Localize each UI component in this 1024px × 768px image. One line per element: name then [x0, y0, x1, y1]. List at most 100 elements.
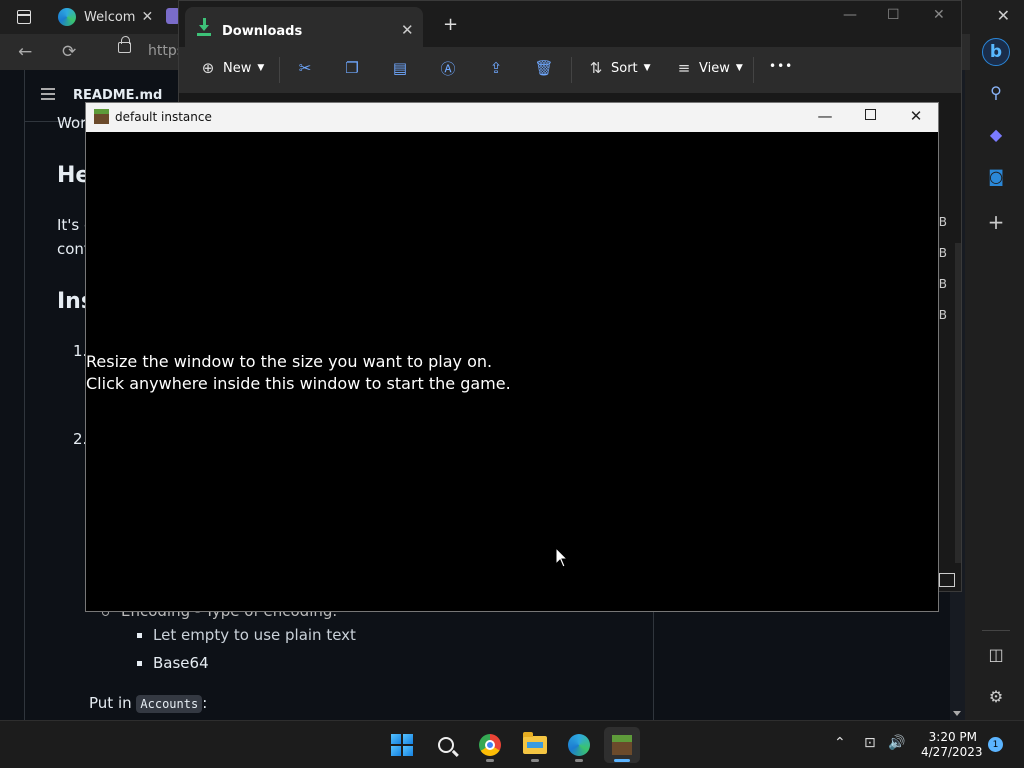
grass-block-icon	[94, 109, 109, 124]
sidebar-divider	[982, 630, 1010, 631]
network-icon[interactable]: ⊡	[864, 735, 876, 751]
bullet-square	[137, 661, 142, 666]
back-arrow-icon[interactable]: ←	[18, 42, 32, 62]
chevron-down-icon: ▼	[257, 63, 265, 73]
list-item: Base64	[153, 654, 209, 672]
outline-list-icon[interactable]	[41, 88, 55, 100]
desktop: Welcom ✕ ✕ ← ⟳ https: README.md Wor He I…	[0, 0, 1024, 768]
copilot-icon[interactable]: ◆	[984, 122, 1008, 146]
file-size-fragment: B	[938, 215, 947, 229]
chevron-down-icon: ▼	[735, 63, 743, 73]
grass-block-icon	[612, 735, 632, 755]
folder-icon	[523, 732, 547, 754]
volume-icon[interactable]: 🔊	[888, 735, 905, 751]
search-icon[interactable]: ⚲	[984, 80, 1008, 104]
page-left-gutter	[0, 70, 25, 720]
view-button[interactable]: ≡ View ▼	[675, 59, 743, 77]
mouse-cursor-icon	[555, 547, 569, 568]
clipboard-icon: ▤	[392, 59, 408, 77]
bing-icon[interactable]: b	[982, 38, 1010, 66]
close-tab-icon[interactable]: ✕	[141, 9, 153, 25]
paste-button[interactable]: ▤	[391, 59, 409, 77]
explorer-toolbar: ⊕ New ▼ ✂ ❐ ▤ Ⓐ ⇪ 🗑 ⇅ Sort ▼ ≡ View ▼ ••…	[179, 47, 961, 93]
plus-circle-icon: ⊕	[201, 59, 215, 77]
maximize-icon[interactable]: ☐	[887, 7, 900, 23]
chrome-icon	[479, 734, 501, 756]
file-explorer-app[interactable]	[517, 727, 553, 763]
game-window: default instance — ✕ Resize the window t…	[85, 102, 939, 612]
share-button[interactable]: ⇪	[487, 59, 505, 77]
file-name: README.md	[73, 88, 163, 103]
settings-gear-icon[interactable]: ⚙	[984, 684, 1008, 708]
refresh-icon[interactable]: ⟳	[62, 42, 76, 62]
browser-tab[interactable]: Welcom ✕	[48, 4, 156, 30]
explorer-scrollbar[interactable]	[955, 243, 961, 563]
new-label: New	[223, 60, 252, 76]
start-button[interactable]	[384, 727, 420, 763]
list-item: Let empty to use plain text	[153, 626, 356, 644]
trash-icon: 🗑	[534, 59, 554, 77]
notification-badge[interactable]: 1	[988, 737, 1003, 752]
add-icon[interactable]: +	[984, 210, 1008, 234]
game-canvas[interactable]: Resize the window to the size you want t…	[86, 132, 938, 611]
running-indicator	[575, 759, 583, 762]
game-window-title: default instance	[115, 110, 212, 124]
cut-button[interactable]: ✂	[296, 59, 314, 77]
close-icon[interactable]: ✕	[906, 107, 926, 125]
new-button[interactable]: ⊕ New ▼	[199, 59, 265, 77]
start-instruction: Click anywhere inside this window to sta…	[86, 374, 511, 393]
taskbar: ⌃ ⊡ 🔊 3:20 PM 4/27/2023 1	[0, 720, 1024, 768]
text-fragment: Wor	[57, 114, 87, 132]
scissors-icon: ✂	[298, 59, 312, 77]
toolbar-divider	[279, 57, 280, 83]
copy-icon: ❐	[345, 59, 359, 77]
sort-arrows-icon: ⇅	[589, 59, 603, 77]
lock-icon	[118, 36, 131, 53]
running-indicator	[531, 759, 539, 762]
edge-favicon-icon	[58, 8, 76, 26]
toolbar-divider	[571, 57, 572, 83]
show-hidden-icons-chevron-icon[interactable]: ⌃	[834, 735, 846, 751]
edge-app[interactable]	[561, 727, 597, 763]
bullet-square	[137, 633, 142, 638]
toolbar-divider	[753, 57, 754, 83]
put-in-line: Put in Accounts:	[89, 694, 208, 713]
clock-time: 3:20 PM	[928, 730, 977, 744]
browser-tab-title: Welcom	[84, 9, 136, 25]
rename-icon: Ⓐ	[440, 59, 456, 78]
view-lines-icon: ≡	[677, 59, 691, 77]
windows-logo-icon	[391, 734, 413, 756]
maximize-icon[interactable]	[865, 109, 876, 120]
file-size-fragment: B	[938, 277, 947, 291]
sidebar-toggle-icon[interactable]: ◫	[984, 642, 1008, 666]
browser-close-icon[interactable]: ✕	[997, 6, 1010, 25]
delete-button[interactable]: 🗑	[534, 59, 554, 77]
minimize-icon[interactable]: —	[815, 107, 835, 125]
search-icon	[438, 737, 454, 753]
close-icon[interactable]: ✕	[933, 7, 945, 23]
more-options-button[interactable]: •••	[769, 59, 793, 73]
rename-button[interactable]: Ⓐ	[439, 59, 457, 78]
new-tab-icon[interactable]: +	[443, 14, 458, 35]
search-button[interactable]	[428, 727, 464, 763]
download-icon	[197, 18, 211, 36]
close-tab-icon[interactable]: ✕	[401, 21, 414, 39]
outlook-icon[interactable]: ◙	[984, 164, 1008, 188]
file-size-fragment: B	[938, 308, 947, 322]
share-icon: ⇪	[489, 59, 503, 77]
system-clock[interactable]: 3:20 PM 4/27/2023	[921, 730, 983, 760]
minecraft-launcher-app[interactable]	[604, 727, 640, 763]
running-indicator	[486, 759, 494, 762]
chrome-app[interactable]	[472, 727, 508, 763]
file-size-fragment: B	[938, 246, 947, 260]
put-in-label: Put in	[89, 694, 132, 712]
minimize-icon[interactable]: —	[843, 7, 857, 23]
explorer-tab-downloads[interactable]: Downloads ✕	[185, 7, 423, 47]
more-dots-icon: •••	[769, 59, 794, 73]
tab-actions-icon[interactable]	[10, 6, 38, 28]
put-in-colon: :	[202, 694, 208, 712]
scroll-down-arrow-icon[interactable]	[953, 711, 961, 716]
copy-button[interactable]: ❐	[343, 59, 361, 77]
details-view-icon[interactable]	[939, 573, 955, 587]
sort-button[interactable]: ⇅ Sort ▼	[587, 59, 651, 77]
